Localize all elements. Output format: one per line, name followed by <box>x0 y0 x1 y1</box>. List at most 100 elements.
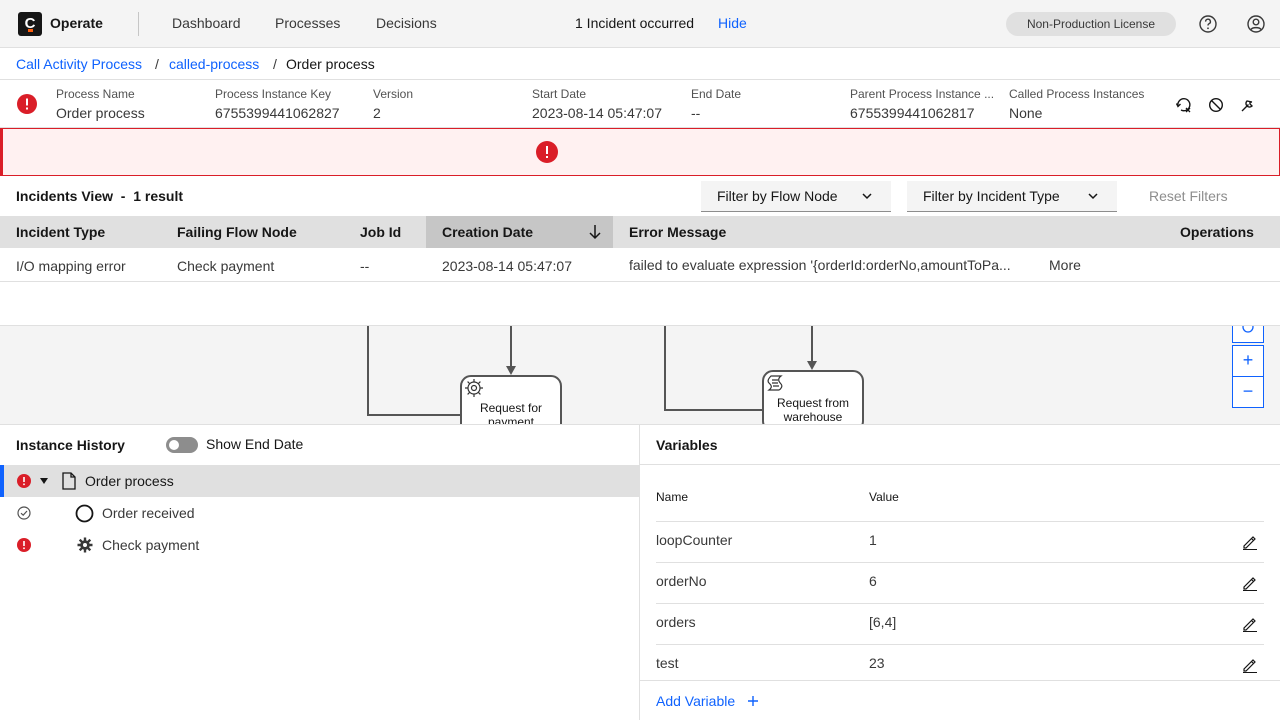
help-icon[interactable] <box>1198 14 1218 34</box>
field-label: Process Name <box>56 87 135 101</box>
nav-dashboard[interactable]: Dashboard <box>172 15 241 31</box>
error-message-cell: failed to evaluate expression '{orderId:… <box>629 257 1011 273</box>
start-event-icon <box>75 504 94 523</box>
version-link[interactable]: 2 <box>373 105 413 121</box>
instance-history-title: Instance History <box>16 437 125 453</box>
col-value: Value <box>869 490 899 504</box>
instance-history-panel: Instance History Show End Date Order pro… <box>0 424 640 720</box>
edit-pencil-icon[interactable] <box>1242 657 1258 673</box>
start-date-field: Start Date 2023-08-14 05:47:07 <box>532 87 662 121</box>
col-job-id[interactable]: Job Id <box>360 224 401 240</box>
hide-incidents-button[interactable]: Hide <box>718 15 747 31</box>
edit-pencil-icon[interactable] <box>1242 534 1258 550</box>
incident-state-icon <box>17 538 31 552</box>
sequence-flow <box>664 326 763 411</box>
task-label: Request for <box>480 401 542 415</box>
zoom-in-button[interactable]: + <box>1232 345 1264 377</box>
called-instances-value: None <box>1009 105 1043 121</box>
edit-pencil-icon[interactable] <box>1242 616 1258 632</box>
filter-label: Filter by Incident Type <box>923 188 1060 204</box>
incident-count-text: 1 Incident occurred <box>575 15 695 31</box>
variable-value: 23 <box>869 655 885 671</box>
retry-icon[interactable] <box>1176 97 1192 113</box>
camunda-logo[interactable]: C <box>18 12 42 36</box>
gear-icon <box>77 537 93 553</box>
filter-flow-node-dropdown[interactable]: Filter by Flow Node <box>701 181 891 212</box>
nav-processes[interactable]: Processes <box>275 15 340 31</box>
variable-name: orderNo <box>656 573 707 589</box>
field-label: Parent Process Instance ... <box>850 87 995 101</box>
completed-check-icon <box>17 506 31 520</box>
task-label: Request from <box>777 396 849 410</box>
caret-down-icon[interactable] <box>39 476 49 486</box>
breadcrumb-called-process[interactable]: called-process <box>169 56 259 72</box>
zoom-out-button[interactable]: − <box>1232 376 1264 408</box>
nav-divider <box>138 12 139 36</box>
called-instances-field: Called Process Instances None <box>1009 87 1144 121</box>
diagram-canvas: Request for payment Request from warehou… <box>367 326 864 424</box>
creation-date-cell: 2023-08-14 05:47:07 <box>442 258 572 274</box>
user-icon[interactable] <box>1246 14 1266 34</box>
field-label: Called Process Instances <box>1009 87 1145 101</box>
parent-instance-link[interactable]: 6755399441062817 <box>850 105 1000 121</box>
variables-panel: Variables Name Value loopCounter 1 order… <box>640 424 1280 720</box>
incident-type-cell: I/O mapping error <box>16 258 126 274</box>
show-end-date-toggle[interactable] <box>166 437 198 453</box>
instance-header: Process Name Order process Process Insta… <box>0 80 1280 128</box>
incident-banner <box>0 128 1280 176</box>
sequence-flow <box>367 326 461 416</box>
cancel-icon[interactable] <box>1208 97 1224 113</box>
add-variable-button[interactable]: Add Variable <box>656 693 759 709</box>
history-row-check-payment[interactable]: Check payment <box>0 529 639 561</box>
field-label: Start Date <box>532 87 587 101</box>
parent-instance-field: Parent Process Instance ... 675539944106… <box>850 87 1000 121</box>
instance-key-field: Process Instance Key 6755399441062827 <box>215 87 340 121</box>
incident-state-icon <box>17 94 37 114</box>
history-item-label: Order received <box>102 505 195 521</box>
variable-value: 1 <box>869 532 877 548</box>
version-field: Version 2 <box>373 87 413 121</box>
filter-incident-type-dropdown[interactable]: Filter by Incident Type <box>907 181 1117 212</box>
task-label: warehouse <box>783 410 843 424</box>
variables-title: Variables <box>656 437 718 453</box>
toggle-label: Show End Date <box>206 436 304 452</box>
chevron-down-icon <box>1088 193 1098 200</box>
breadcrumb-call-activity[interactable]: Call Activity Process <box>16 56 142 72</box>
variable-name: loopCounter <box>656 532 733 548</box>
license-badge[interactable]: Non-Production License <box>1006 12 1176 36</box>
sort-arrow-down-icon[interactable] <box>587 224 603 240</box>
incidents-view-title: Incidents View - 1 result <box>16 188 184 204</box>
variable-name: test <box>656 655 679 671</box>
modify-wrench-icon[interactable] <box>1240 97 1256 113</box>
bpmn-diagram[interactable]: Request for payment Request from warehou… <box>0 325 1280 424</box>
col-operations: Operations <box>1180 224 1254 240</box>
table-row[interactable]: I/O mapping error Check payment -- 2023-… <box>0 248 1280 282</box>
app-name[interactable]: Operate <box>50 15 103 31</box>
end-date-value: -- <box>691 105 701 121</box>
more-button[interactable]: More <box>1049 257 1081 273</box>
history-row-order-process[interactable]: Order process <box>0 465 639 497</box>
edit-pencil-icon[interactable] <box>1242 575 1258 591</box>
col-name: Name <box>656 490 689 504</box>
instance-key-value: 6755399441062827 <box>215 105 340 121</box>
reset-diagram-zoom-button[interactable] <box>1232 326 1264 343</box>
history-item-label: Check payment <box>102 537 200 553</box>
col-incident-type[interactable]: Incident Type <box>16 224 105 240</box>
job-id-cell: -- <box>360 258 370 274</box>
incident-state-icon <box>17 474 31 488</box>
breadcrumb-current: Order process <box>286 56 375 72</box>
col-creation-date[interactable]: Creation Date <box>442 224 533 240</box>
col-failing-flow-node[interactable]: Failing Flow Node <box>177 224 297 240</box>
variable-row: orders [6,4] <box>656 603 1264 644</box>
reset-filters-button[interactable]: Reset Filters <box>1149 188 1228 204</box>
variable-row: orderNo 6 <box>656 562 1264 603</box>
nav-decisions[interactable]: Decisions <box>376 15 437 31</box>
history-row-order-received[interactable]: Order received <box>0 497 639 529</box>
breadcrumb-separator: / <box>155 56 159 72</box>
process-name-value: Order process <box>56 105 145 121</box>
arrow-head <box>807 361 817 370</box>
variable-value: 6 <box>869 573 877 589</box>
field-label: Process Instance Key <box>215 87 332 101</box>
col-error-message[interactable]: Error Message <box>629 224 726 240</box>
history-item-label: Order process <box>85 473 174 489</box>
